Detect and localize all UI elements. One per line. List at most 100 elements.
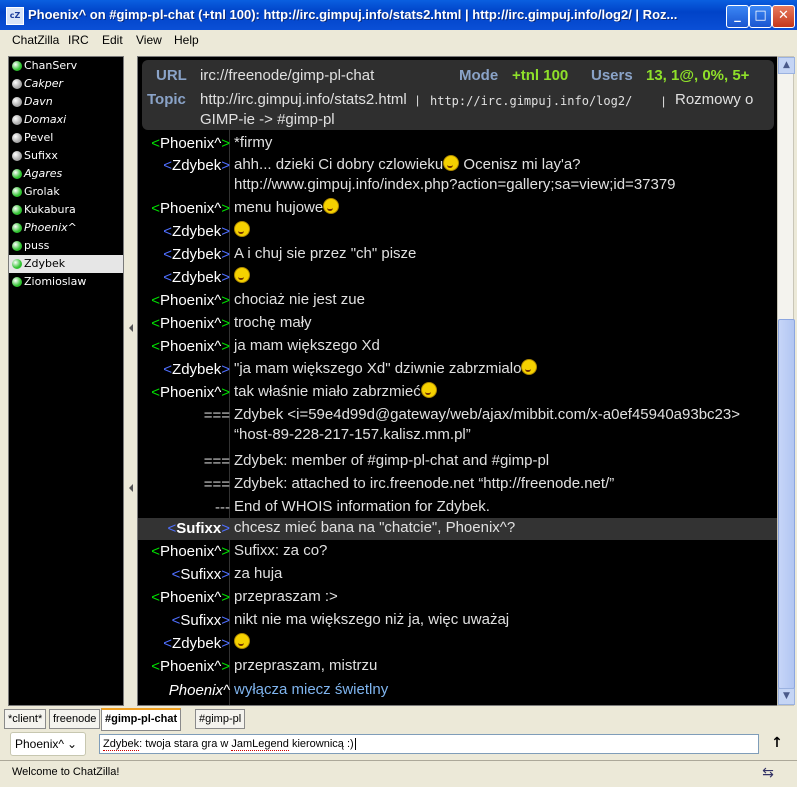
message-nick[interactable]: <Phoenix^> <box>151 338 230 355</box>
message-nick[interactable]: <Phoenix^> <box>151 589 230 606</box>
user-list-item[interactable]: Grolak <box>9 183 123 201</box>
tab-client[interactable]: *client* <box>4 709 47 729</box>
message-text <box>234 267 774 287</box>
message-nick[interactable]: <Phoenix^> <box>151 384 230 401</box>
chat-message: <Phoenix^> chociaż nie jest zue <box>138 290 778 312</box>
tab-freenode[interactable]: freenode <box>49 709 101 729</box>
message-nick[interactable]: <Zdybek> <box>163 246 230 263</box>
maximize-button[interactable]: □ <box>749 5 772 28</box>
nickname-button[interactable]: Phoenix^ ⌄ <box>10 732 86 756</box>
chat-output[interactable]: URL irc://freenode/gimp-pl-chat Mode +tn… <box>137 56 779 706</box>
user-list-item[interactable]: ChanServ <box>9 57 123 75</box>
topic-link-stats[interactable]: http://irc.gimpuj.info/stats2.html <box>200 91 407 108</box>
topic-link-log[interactable]: http://irc.gimpuj.info/log2/ <box>430 94 632 108</box>
chat-message: <Zdybek> <box>138 633 778 655</box>
menu-help[interactable]: Help <box>174 33 199 47</box>
user-nick: Ziomioslaw <box>24 275 87 288</box>
tab-gimp-pl[interactable]: #gimp-pl <box>195 709 246 729</box>
user-list-item[interactable]: Phoenix^ <box>9 219 123 237</box>
chat-message: <Zdybek> <box>138 221 778 243</box>
user-status-icon <box>12 115 22 125</box>
scroll-up-icon[interactable]: ▲ <box>778 57 795 74</box>
message-nick[interactable]: Phoenix^ <box>169 682 230 699</box>
topic-label: Topic <box>147 91 186 108</box>
minimize-button[interactable]: _ <box>726 5 749 28</box>
message-nick[interactable]: <Sufixx> <box>172 612 230 629</box>
message-nick[interactable]: <Sufixx> <box>167 520 230 537</box>
user-nick: Pevel <box>24 131 54 144</box>
user-list[interactable]: ChanServ Cakper Davn Domaxi Pevel Sufixx Agare… <box>8 56 124 706</box>
scroll-thumb[interactable] <box>778 319 795 689</box>
collapse-left-icon[interactable] <box>129 484 133 492</box>
message-nick[interactable]: <Zdybek> <box>163 157 230 174</box>
message-nick[interactable]: <Phoenix^> <box>151 543 230 560</box>
message-nick[interactable]: === <box>204 453 230 470</box>
message-nick[interactable]: <Phoenix^> <box>151 315 230 332</box>
message-text: Sufixx: za co? <box>234 542 328 559</box>
message-nick[interactable]: <Phoenix^> <box>151 658 230 675</box>
up-arrow-icon[interactable]: ↑ <box>770 735 784 753</box>
network-icon[interactable]: ⇆ <box>760 765 776 781</box>
message-nick[interactable]: <Phoenix^> <box>151 135 230 152</box>
user-list-item[interactable]: Domaxi <box>9 111 123 129</box>
message-nick[interactable]: --- <box>215 499 230 516</box>
user-list-item[interactable]: Pevel <box>9 129 123 147</box>
user-list-item[interactable]: Ziomioslaw <box>9 273 123 291</box>
mode-value: +tnl 100 <box>512 67 569 84</box>
user-list-item[interactable]: Agares <box>9 165 123 183</box>
user-status-icon <box>12 133 22 143</box>
message-text: za huja <box>234 565 283 582</box>
user-nick: Sufixx <box>24 149 58 162</box>
chat-scrollbar[interactable]: ▲ ▼ <box>777 56 795 706</box>
user-status-icon <box>12 259 22 269</box>
message-nick[interactable]: <Sufixx> <box>172 566 230 583</box>
menu-edit[interactable]: Edit <box>102 33 123 47</box>
message-text: przepraszam :> <box>234 588 338 605</box>
title-bar: cZ Phoenix^ on #gimp-pl-chat (+tnl 100):… <box>0 0 797 30</box>
user-status-icon <box>12 277 22 287</box>
user-list-item[interactable]: Kukabura <box>9 201 123 219</box>
message-nick[interactable]: <Zdybek> <box>163 635 230 652</box>
scroll-down-icon[interactable]: ▼ <box>778 688 795 705</box>
pane-splitter[interactable] <box>126 56 136 704</box>
user-nick: Grolak <box>24 185 60 198</box>
message-nick[interactable]: <Zdybek> <box>163 223 230 240</box>
message-nick[interactable]: <Zdybek> <box>163 361 230 378</box>
message-text: ja mam większego Xd <box>234 337 380 354</box>
user-list-item[interactable]: puss <box>9 237 123 255</box>
topic-separator: | <box>662 94 666 108</box>
message-nick[interactable]: === <box>204 407 230 424</box>
status-bar: Welcome to ChatZilla! ⇆ <box>0 760 797 787</box>
chat-message: <Phoenix^> menu hujowe <box>138 198 778 220</box>
message-nick[interactable]: <Phoenix^> <box>151 200 230 217</box>
user-status-icon <box>12 223 22 233</box>
chat-message: <Zdybek> "ja mam większego Xd" dziwnie za… <box>138 359 778 381</box>
menu-view[interactable]: View <box>136 33 162 47</box>
tab-gimp-pl-chat[interactable]: #gimp-pl-chat <box>101 708 182 731</box>
message-nick[interactable]: <Zdybek> <box>163 269 230 286</box>
chat-message: <Zdybek> A i chuj sie przez "ch" pisze <box>138 244 778 266</box>
menu-chatzilla[interactable]: ChatZilla <box>12 33 59 47</box>
user-list-item[interactable]: Sufixx <box>9 147 123 165</box>
message-input[interactable]: Zdybek: twoja stara gra w JamLegend kier… <box>99 734 759 754</box>
chevron-down-icon: ⌄ <box>66 737 77 751</box>
collapse-left-icon[interactable] <box>129 324 133 332</box>
message-nick[interactable]: === <box>204 476 230 493</box>
close-button[interactable]: ✕ <box>772 5 795 28</box>
smiley-icon <box>443 155 460 171</box>
url-value[interactable]: irc://freenode/gimp-pl-chat <box>200 67 374 84</box>
view-tabs: *client* freenode #gimp-pl-chat #gimp-pl <box>4 708 784 731</box>
user-list-item[interactable]: Cakper <box>9 75 123 93</box>
message-text: Zdybek: member of #gimp-pl-chat and #gim… <box>234 452 550 469</box>
message-text: Zdybek: attached to irc.freenode.net “ht… <box>234 475 615 492</box>
message-text: chociaż nie jest zue <box>234 291 365 308</box>
menu-bar: ChatZilla IRC Edit View Help <box>0 30 797 50</box>
smiley-icon <box>234 221 250 237</box>
smiley-icon <box>234 633 250 649</box>
user-status-icon <box>12 79 22 89</box>
user-list-item[interactable]: Davn <box>9 93 123 111</box>
message-nick[interactable]: <Phoenix^> <box>151 292 230 309</box>
menu-irc[interactable]: IRC <box>68 33 89 47</box>
user-list-item[interactable]: Zdybek <box>9 255 123 273</box>
user-nick: ChanServ <box>24 59 78 72</box>
